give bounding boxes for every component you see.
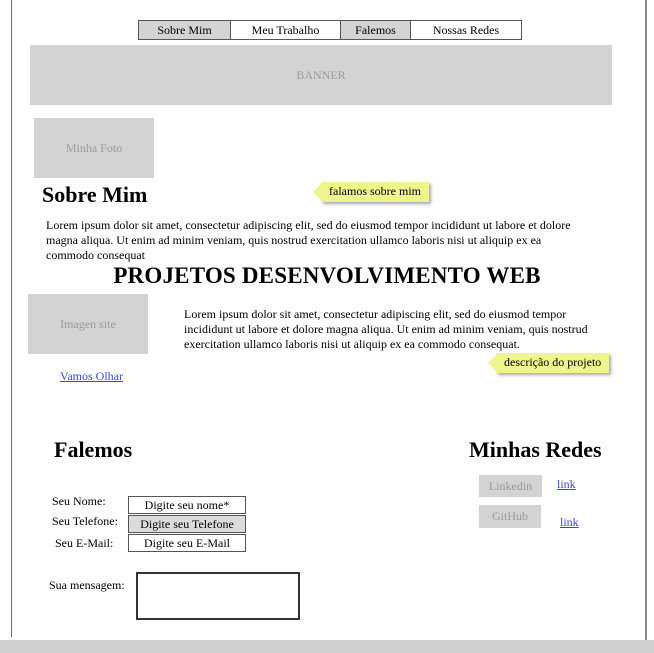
nav-sobre-mim[interactable]: Sobre Mim [139, 21, 231, 39]
phone-field[interactable]: Digite seu Telefone [128, 515, 246, 533]
nav-falemos[interactable]: Falemos [341, 21, 411, 39]
nav-meu-trabalho[interactable]: Meu Trabalho [231, 21, 341, 39]
about-sticky-note: falamos sobre mim [313, 182, 429, 202]
message-textarea[interactable] [136, 572, 300, 620]
project-text: Lorem ipsum dolor sit amet, consectetur … [184, 307, 588, 351]
github-placeholder: GitHub [479, 505, 541, 528]
phone-label: Seu Telefone: [52, 514, 118, 528]
profile-photo: Minha Foto [34, 118, 154, 178]
message-label: Sua mensagem: [49, 578, 125, 592]
project-site-image: Imagen site [28, 294, 148, 354]
about-text: Lorem ipsum dolor sit amet, consectetur … [46, 218, 571, 262]
project-sticky-note: descrição do projeto [487, 353, 610, 373]
page-left-border [11, 0, 12, 637]
nav-nossas-redes[interactable]: Nossas Redes [411, 21, 521, 39]
about-title: Sobre Mim [42, 182, 148, 207]
horizontal-scrollbar[interactable] [0, 640, 654, 653]
email-field[interactable]: Digite seu E-Mail [128, 534, 246, 552]
linkedin-link[interactable]: link [557, 477, 576, 492]
github-link[interactable]: link [560, 515, 579, 530]
email-label: Seu E-Mail: [55, 536, 114, 550]
name-label: Seu Nome: [52, 494, 106, 508]
networks-title: Minhas Redes [469, 437, 602, 462]
name-field[interactable]: Digite seu nome* [128, 496, 246, 514]
project-view-link[interactable]: Vamos Olhar [60, 369, 123, 384]
contact-title: Falemos [54, 437, 133, 462]
top-nav: Sobre Mim Meu Trabalho Falemos Nossas Re… [138, 20, 522, 40]
projects-title: PROJETOS DESENVOLVIMENTO WEB [113, 263, 541, 288]
page-right-border [645, 0, 647, 640]
banner: BANNER [30, 45, 612, 105]
linkedin-placeholder: Linkedin [479, 475, 542, 497]
